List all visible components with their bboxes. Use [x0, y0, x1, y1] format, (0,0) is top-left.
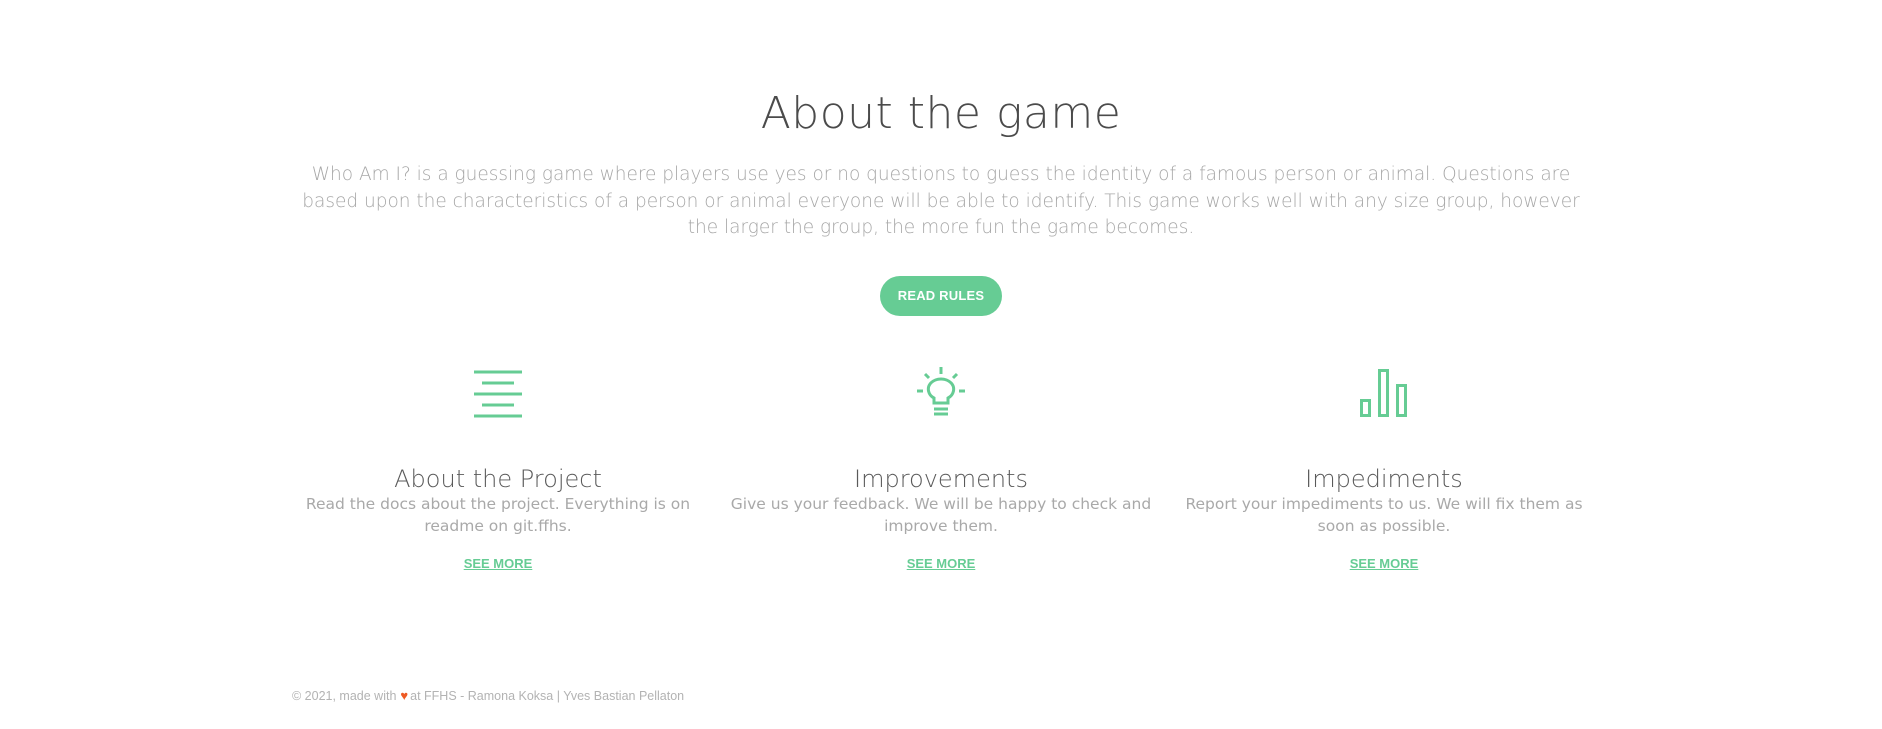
intro-paragraph: Who Am I? is a guessing game where playe…: [302, 164, 1580, 238]
feature-description: Give us your feedback. We will be happy …: [730, 495, 1152, 535]
page-title: About the game: [760, 88, 1122, 139]
footer: © 2021, made with ♥ at FFHS - Ramona Koksa…: [292, 688, 684, 703]
heart-icon: ♥: [400, 688, 409, 703]
read-rules-button[interactable]: READ RULES: [880, 276, 1002, 316]
footer-prefix: © 2021, made with: [292, 689, 397, 703]
footer-credits: at FFHS - Ramona Koksa | Yves Bastian Pe…: [410, 689, 685, 703]
feature-title: About the Project: [394, 465, 602, 493]
see-more-link[interactable]: SEE MORE: [283, 556, 713, 571]
feature-title: Impediments: [1305, 465, 1463, 493]
feature-improvements: Improvements Give us your feedback. We w…: [726, 366, 1156, 571]
feature-description: Report your impediments to us. We will f…: [1185, 495, 1583, 535]
see-more-link[interactable]: SEE MORE: [1169, 556, 1599, 571]
feature-about-project: About the Project Read the docs about th…: [283, 366, 713, 571]
feature-impediments: Impediments Report your impediments to u…: [1169, 366, 1599, 571]
feature-title: Improvements: [854, 465, 1028, 493]
feature-description: Read the docs about the project. Everyth…: [305, 495, 691, 535]
see-more-link[interactable]: SEE MORE: [726, 556, 1156, 571]
page: About the game Who Am I? is a guessing g…: [0, 0, 1882, 729]
